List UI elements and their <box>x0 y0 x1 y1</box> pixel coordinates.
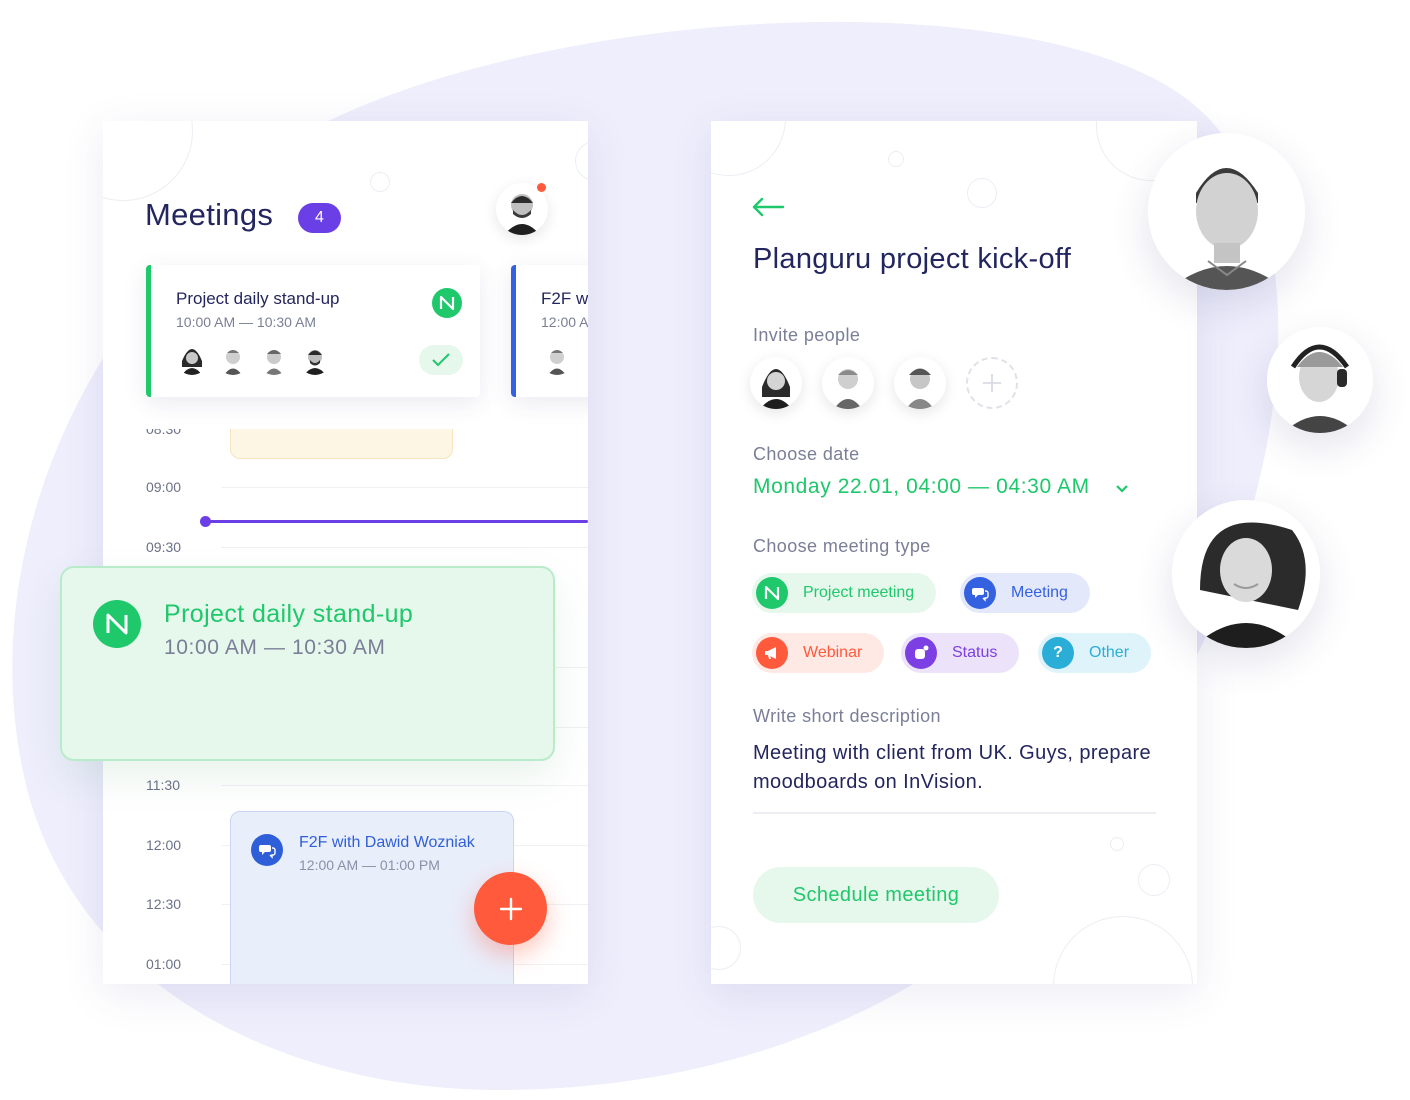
type-chip-label: Meeting <box>1011 584 1068 601</box>
decorative-circle <box>888 151 904 167</box>
meeting-card-f2f[interactable]: F2F with Dawid Wozniak 12:00 AM — 01:00 … <box>511 265 588 397</box>
grid-line <box>221 547 588 548</box>
type-chip-status[interactable]: Status <box>901 633 1020 673</box>
avatar <box>1172 500 1320 648</box>
type-chip-meeting[interactable]: Meeting <box>960 573 1090 613</box>
notion-icon <box>432 288 462 318</box>
description-label: Write short description <box>753 706 941 726</box>
participant-avatar <box>217 343 249 375</box>
question-icon: ? <box>1042 637 1074 669</box>
decorative-circle <box>711 121 786 176</box>
type-chip-label: Webinar <box>803 644 863 661</box>
add-invitee-button[interactable] <box>966 357 1018 409</box>
status-icon <box>905 637 937 669</box>
event-time: 12:00 AM — 01:00 PM <box>299 857 440 873</box>
invitee-avatar[interactable] <box>750 357 802 409</box>
participant-avatar <box>176 343 208 375</box>
participant-avatar <box>582 343 588 375</box>
time-label: 09:00 <box>146 479 182 495</box>
meeting-icon <box>251 834 283 866</box>
meeting-card-title: F2F with Dawid Wozniak <box>541 289 588 308</box>
chevron-down-icon[interactable] <box>1114 481 1130 499</box>
description-underline <box>753 812 1156 814</box>
schedule-meeting-button[interactable]: Schedule meeting <box>753 867 999 923</box>
description-input[interactable]: Meeting with client from UK. Guys, prepa… <box>753 739 1153 797</box>
time-label: 11:30 <box>146 777 180 793</box>
decorative-circle <box>575 141 588 181</box>
time-label: 01:00 <box>146 956 182 972</box>
participant-avatar <box>299 343 331 375</box>
participant-avatar <box>541 343 573 375</box>
meeting-card-time: 12:00 AM — 01:00 PM <box>541 314 588 330</box>
meetings-panel: 08:30 09:00 09:30 11:30 12:00 12:30 01:0… <box>103 121 588 984</box>
decorative-circle <box>711 926 741 970</box>
type-chip-project-meeting[interactable]: Project meeting <box>752 573 937 613</box>
page-title: Meetings <box>145 197 274 232</box>
check-icon[interactable] <box>419 345 463 375</box>
notification-dot <box>537 183 546 192</box>
avatar <box>1148 133 1305 290</box>
choose-date-label: Choose date <box>753 444 860 464</box>
event-title: F2F with Dawid Wozniak <box>299 834 475 851</box>
current-time-line <box>203 520 588 523</box>
dragged-event-title: Project daily stand-up <box>164 600 414 628</box>
meeting-card-title: Project daily stand-up <box>176 289 340 308</box>
decorative-circle <box>1138 864 1170 896</box>
time-label: 09:30 <box>146 539 182 555</box>
type-chip-label: Status <box>952 644 998 661</box>
date-select[interactable]: Monday 22.01, 04:00 — 04:30 AM <box>753 475 1090 499</box>
megaphone-icon <box>756 637 788 669</box>
meeting-card-time: 10:00 AM — 10:30 AM <box>176 314 317 330</box>
plus-icon <box>983 374 1001 392</box>
decorative-circle <box>103 121 193 201</box>
back-button[interactable] <box>751 197 785 222</box>
decorative-circle <box>967 178 997 208</box>
meeting-title[interactable]: Planguru project kick-off <box>753 243 1071 276</box>
grid-line <box>221 487 588 488</box>
participants <box>541 343 588 375</box>
time-label: 12:30 <box>146 896 182 912</box>
meetings-count-badge: 4 <box>298 203 341 233</box>
dragged-event-card[interactable]: Project daily stand-up 10:00 AM — 10:30 … <box>60 566 555 761</box>
invite-label: Invite people <box>753 325 861 345</box>
participants <box>176 343 331 375</box>
participant-avatar <box>258 343 290 375</box>
plus-icon <box>499 897 522 920</box>
avatar <box>1267 327 1373 433</box>
type-chip-webinar[interactable]: Webinar <box>752 633 885 673</box>
add-meeting-button[interactable] <box>474 872 547 945</box>
meeting-icon <box>964 577 996 609</box>
type-chip-other[interactable]: ? Other <box>1038 633 1152 673</box>
invite-people-row <box>750 357 1018 409</box>
new-meeting-panel: Planguru project kick-off Invite people … <box>711 121 1197 984</box>
invitee-avatar[interactable] <box>894 357 946 409</box>
decorative-circle <box>370 172 390 192</box>
decorative-circle <box>1053 916 1193 984</box>
grid-line <box>221 785 588 786</box>
meeting-card-standup[interactable]: Project daily stand-up 10:00 AM — 10:30 … <box>146 265 480 397</box>
notion-icon <box>93 600 141 648</box>
arrow-left-icon <box>752 197 785 217</box>
dragged-event-time: 10:00 AM — 10:30 AM <box>164 636 386 659</box>
current-time-dot <box>200 516 211 527</box>
type-chip-label: Project meeting <box>803 584 915 601</box>
time-label: 12:00 <box>146 837 182 853</box>
type-chip-label: Other <box>1089 644 1130 661</box>
choose-type-label: Choose meeting type <box>753 536 931 556</box>
notion-icon <box>756 577 788 609</box>
invitee-avatar[interactable] <box>822 357 874 409</box>
timeline-event-f2f[interactable]: F2F with Dawid Wozniak 12:00 AM — 01:00 … <box>230 811 514 984</box>
decorative-circle <box>1110 837 1124 851</box>
